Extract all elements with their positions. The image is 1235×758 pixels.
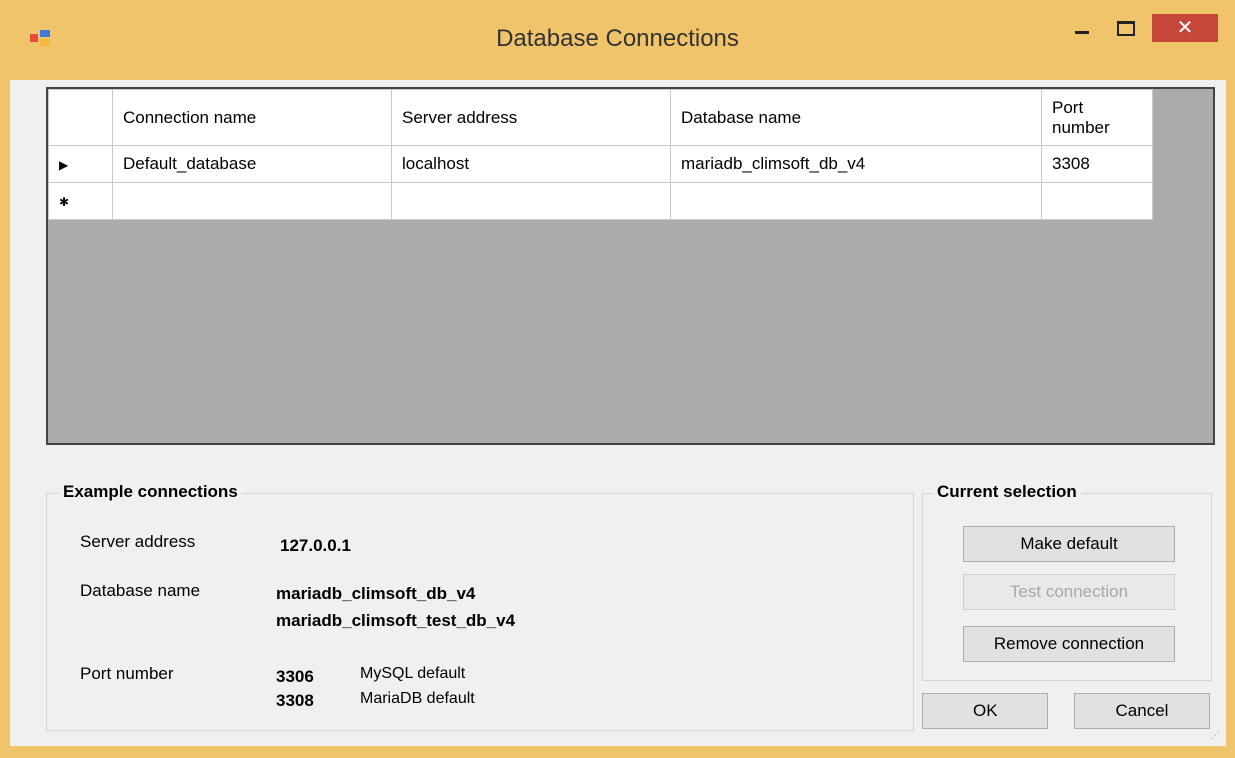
header-row: Connection name Server address Database … bbox=[48, 89, 1153, 146]
cell-connection-name[interactable]: Default_database bbox=[112, 145, 392, 183]
new-row[interactable]: ✱ bbox=[48, 182, 1153, 220]
close-button[interactable]: ✕ bbox=[1152, 14, 1218, 42]
test-connection-button[interactable]: Test connection bbox=[963, 574, 1175, 610]
make-default-button[interactable]: Make default bbox=[963, 526, 1175, 562]
example-connections-group: Example connections Server address 127.0… bbox=[46, 482, 914, 731]
connections-table: Connection name Server address Database … bbox=[48, 89, 1153, 220]
port-mariadb-example: 3308 bbox=[276, 691, 314, 710]
database-name-example: mariadb_climsoft_db_v4 bbox=[276, 584, 476, 603]
table-row[interactable]: ▶ Default_database localhost mariadb_cli… bbox=[48, 145, 1153, 183]
current-row-indicator-icon: ▶ bbox=[59, 158, 69, 172]
cell-server-address[interactable]: localhost bbox=[391, 145, 671, 183]
close-icon: ✕ bbox=[1176, 17, 1194, 39]
server-address-example: 127.0.0.1 bbox=[280, 536, 351, 555]
database-name-test-example: mariadb_climsoft_test_db_v4 bbox=[276, 611, 516, 630]
connections-grid[interactable]: Connection name Server address Database … bbox=[46, 87, 1215, 445]
column-header-connection-name[interactable]: Connection name bbox=[112, 89, 392, 146]
column-header-server-address[interactable]: Server address bbox=[391, 89, 671, 146]
title-bar[interactable]: Database Connections ✕ bbox=[0, 0, 1235, 80]
port-mysql-example: 3306 bbox=[276, 667, 314, 686]
database-connections-window: Database Connections ✕ Connection name S… bbox=[0, 0, 1235, 758]
row-header[interactable]: ▶ bbox=[48, 145, 113, 183]
cancel-button[interactable]: Cancel bbox=[1074, 693, 1210, 729]
corner-header bbox=[48, 89, 113, 146]
database-name-label: Database name bbox=[80, 581, 201, 600]
port-mariadb-description: MariaDB default bbox=[360, 690, 475, 707]
port-mysql-description: MySQL default bbox=[360, 665, 466, 682]
remove-connection-button[interactable]: Remove connection bbox=[963, 626, 1175, 662]
port-number-label: Port number bbox=[80, 664, 174, 683]
maximize-button[interactable] bbox=[1110, 18, 1140, 38]
resize-grip-icon[interactable]: ⋰ bbox=[1210, 730, 1222, 742]
current-selection-title: Current selection bbox=[933, 482, 1081, 502]
window-title: Database Connections bbox=[496, 25, 739, 52]
server-address-label: Server address bbox=[80, 532, 196, 551]
column-header-database-name[interactable]: Database name bbox=[670, 89, 1042, 146]
new-row-asterisk-icon: ✱ bbox=[59, 195, 70, 209]
cell-server-address[interactable] bbox=[391, 182, 671, 220]
minimize-button[interactable] bbox=[1068, 18, 1098, 38]
cell-database-name[interactable] bbox=[670, 182, 1042, 220]
column-header-port-number[interactable]: Port number bbox=[1041, 89, 1153, 146]
current-selection-group: Current selection Make default Test conn… bbox=[922, 482, 1212, 681]
cell-port-number[interactable]: 3308 bbox=[1041, 145, 1153, 183]
ok-button[interactable]: OK bbox=[922, 693, 1048, 729]
row-header[interactable]: ✱ bbox=[48, 182, 113, 220]
dialog-body: Connection name Server address Database … bbox=[10, 80, 1226, 746]
cell-database-name[interactable]: mariadb_climsoft_db_v4 bbox=[670, 145, 1042, 183]
example-connections-title: Example connections bbox=[59, 482, 242, 502]
cell-connection-name[interactable] bbox=[112, 182, 392, 220]
cell-port-number[interactable] bbox=[1041, 182, 1153, 220]
